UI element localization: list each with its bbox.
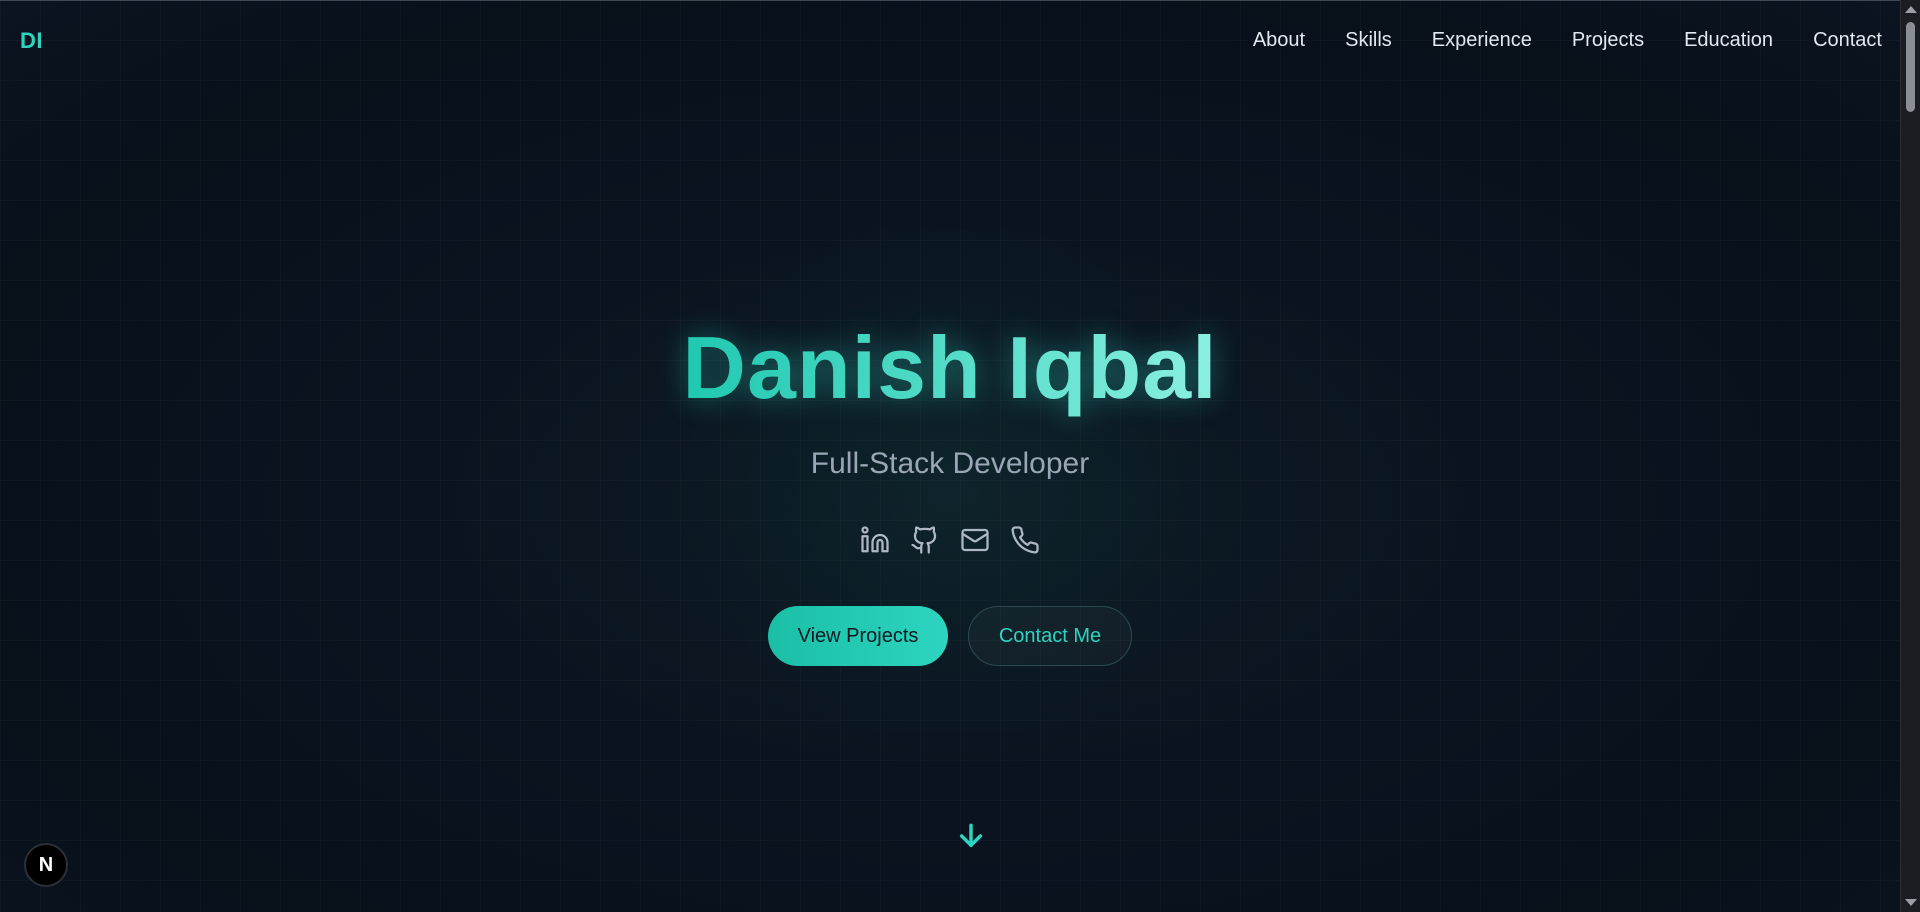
mail-icon[interactable] [959,524,991,556]
hero-subtitle: Full-Stack Developer [810,447,1090,480]
hero-name-wrapper: Danish Iqbal [0,318,1900,418]
arrow-down-icon[interactable] [955,818,987,854]
hero-name: Danish Iqbal [682,318,1218,417]
hero-buttons: View Projects Contact Me [0,606,1900,666]
linkedin-icon[interactable] [859,524,891,556]
scroll-up-arrow-icon[interactable] [1905,6,1917,13]
github-icon[interactable] [909,524,941,556]
scroll-down-arrow-icon[interactable] [1905,899,1917,906]
scrollbar-thumb[interactable] [1906,22,1915,112]
phone-icon[interactable] [1009,524,1041,556]
contact-me-button[interactable]: Contact Me [968,606,1132,666]
hero-section: Danish Iqbal Full-Stack Developer View P… [0,0,1900,912]
view-projects-button[interactable]: View Projects [768,606,948,666]
nextjs-dev-badge[interactable]: N [24,843,68,887]
vertical-scrollbar[interactable] [1900,0,1920,912]
social-links [0,524,1900,556]
